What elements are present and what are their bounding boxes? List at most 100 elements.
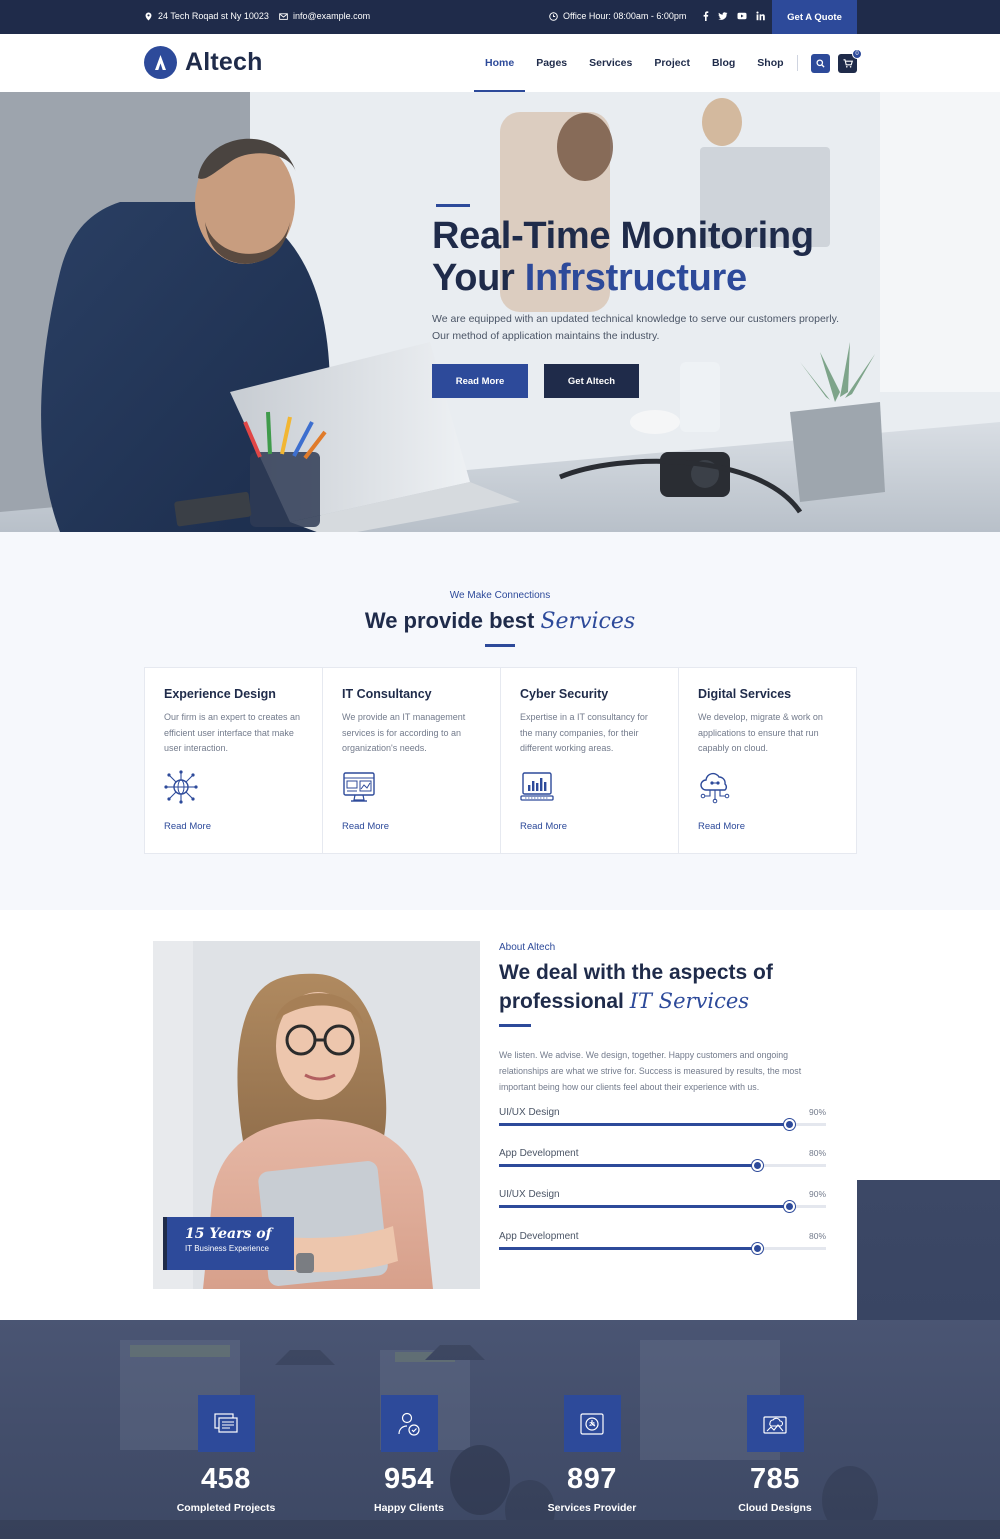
stats-section: 458 Completed Projects 954 Happy Clients… [0,1320,1000,1539]
address-info: 24 Tech Roqad st Ny 10023 [144,11,269,21]
office-background-photo [0,1340,1000,1539]
nav-pages[interactable]: Pages [525,34,578,92]
hero-content: Real-Time Monitoring Your Infrstructure … [432,204,872,398]
skill-fill [499,1164,757,1167]
service-card-title: Digital Services [698,687,792,701]
service-card-title: IT Consultancy [342,687,432,701]
hero-buttons: Read More Get Altech [432,364,872,398]
service-card: Digital Services We develop, migrate & w… [679,668,856,853]
service-card-text: Expertise in a IT consultancy for the ma… [520,712,648,753]
service-card: Cyber Security Expertise in a IT consult… [501,668,679,853]
skill-fill [499,1247,757,1250]
get-quote-button[interactable]: Get A Quote [772,0,857,34]
brand-logo[interactable]: Altech [144,46,263,79]
service-card-title: Cyber Security [520,687,609,701]
location-pin-icon [145,11,152,21]
skill-track [499,1201,826,1212]
top-bar: 24 Tech Roqad st Ny 10023 info@example.c… [0,0,1000,34]
skill-fill [499,1123,789,1126]
header-divider [797,55,798,71]
nav-blog[interactable]: Blog [701,34,746,92]
stat-number: 897 [567,1463,617,1495]
cart-icon [843,59,853,68]
about-title-accent: IT Services [629,989,750,1013]
stat-number: 954 [384,1463,434,1495]
skill-track [499,1160,826,1171]
service-card-text: Our firm is an expert to creates an effi… [164,712,301,753]
about-underline [499,1024,531,1027]
stat-item: 458 Completed Projects [151,1395,301,1514]
hours-text: Office Hour: 08:00am - 6:00pm [563,11,687,21]
stat-label: Completed Projects [176,1502,276,1514]
main-header: Altech Home Pages Services Project Blog … [0,34,1000,92]
cloud-network-icon [700,772,730,804]
stat-item: 24 897 Services Provider [517,1395,667,1514]
stat-label: Cloud Designs [738,1502,812,1514]
cart-count-badge: 0 [852,49,862,59]
search-button[interactable] [811,54,830,73]
hero-accent-line [436,204,470,207]
skill-handle [784,1119,795,1130]
main-nav: Home Pages Services Project Blog Shop [474,34,795,92]
brand-name: Altech [185,48,263,76]
monitor-dashboard-icon [343,772,375,802]
search-icon [816,59,825,68]
services-section: We Make Connections We provide best Serv… [0,532,1000,910]
skill-track [499,1243,826,1254]
stat-number: 785 [750,1463,800,1495]
service-cards: Experience Design Our firm is an expert … [144,667,857,854]
about-title-prefix: professional [499,990,630,1013]
projects-icon [197,1395,255,1452]
service-card: IT Consultancy We provide an IT manageme… [323,668,501,853]
service-read-more-link[interactable]: Read More [520,821,567,832]
nav-shop[interactable]: Shop [746,34,794,92]
network-globe-icon [164,770,198,804]
twitter-icon[interactable] [718,11,728,21]
services-title-accent: Services [540,609,636,634]
nav-services[interactable]: Services [578,34,643,92]
skill-percent: 80% [808,1231,826,1241]
services-underline [485,644,515,647]
hero-read-more-button[interactable]: Read More [432,364,528,398]
computer-chart-icon [520,772,554,801]
skill-label: UI/UX Design [499,1107,560,1118]
youtube-icon[interactable] [737,11,747,21]
service-read-more-link[interactable]: Read More [342,821,389,832]
skill-bar: UI/UX Design 90% [499,1107,826,1137]
service-read-more-link[interactable]: Read More [698,821,745,832]
office-hours: Office Hour: 08:00am - 6:00pm [549,11,686,21]
hero-get-altech-button[interactable]: Get Altech [544,364,639,398]
social-links [702,11,765,21]
skill-percent: 80% [808,1148,826,1158]
stat-label: Happy Clients [373,1502,444,1514]
hero-title: Real-Time Monitoring Your Infrstructure [432,215,872,299]
nav-home[interactable]: Home [474,34,526,92]
skill-handle [752,1160,763,1171]
address-text: 24 Tech Roqad st Ny 10023 [158,11,269,21]
stat-label: Services Provider [547,1502,637,1514]
skill-handle [752,1243,763,1254]
clock-icon [549,11,558,21]
email-info[interactable]: info@example.com [279,11,370,21]
linkedin-icon[interactable] [756,11,765,21]
facebook-icon[interactable] [702,11,709,21]
stat-item: 785 Cloud Designs [700,1395,850,1514]
skill-label: App Development [499,1148,579,1159]
services-title: We provide best Services [0,608,1000,634]
client-icon [380,1395,438,1452]
about-title-line1: We deal with the aspects of [499,961,773,984]
service-icon: 24 [563,1395,621,1452]
about-kicker: About Altech [499,942,556,953]
experience-subtitle: IT Business Experience [185,1244,269,1253]
skill-fill [499,1205,789,1208]
skill-percent: 90% [808,1189,826,1199]
about-title: We deal with the aspects of professional… [499,958,839,1016]
about-description: We listen. We advise. We design, togethe… [499,1050,802,1092]
nav-project[interactable]: Project [643,34,701,92]
service-read-more-link[interactable]: Read More [164,821,211,832]
skill-track [499,1119,826,1130]
service-card-text: We provide an IT management services is … [342,712,466,753]
envelope-icon [279,12,288,20]
cart-button[interactable]: 0 [838,49,862,73]
email-text[interactable]: info@example.com [293,11,370,21]
